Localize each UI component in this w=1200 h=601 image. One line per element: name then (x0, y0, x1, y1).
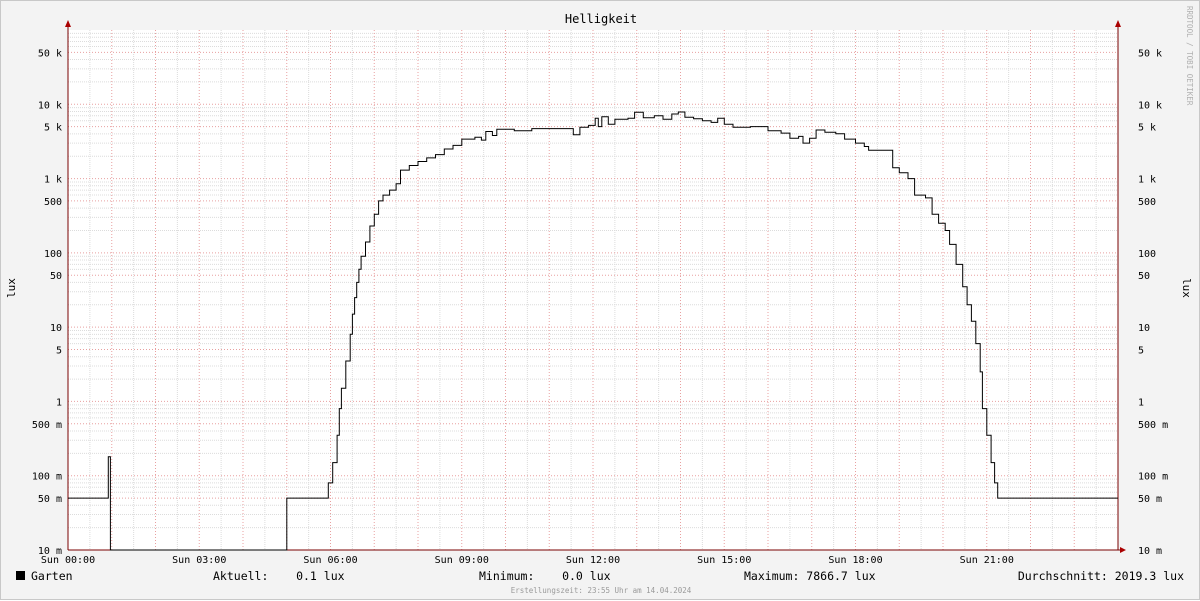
graph-frame: Sun 00:00 Sun 03:00 Sun 06:00 Sun 09:00 Sun … (0, 0, 1200, 600)
x-tick-label: Sun 12:00 (566, 555, 620, 566)
y-tick-label-left: 10 k (38, 100, 62, 111)
x-tick-label: Sun 06:00 (303, 555, 357, 566)
y-tick-label-left: 10 m (38, 546, 62, 557)
y-tick-label-left: 500 m (32, 420, 62, 431)
y-tick-label-left: 1 k (44, 175, 62, 186)
y-axis-label-right: lux (1180, 278, 1193, 298)
y-tick-label-left: 1 (56, 397, 62, 408)
y-axis-arrow-icon (65, 20, 71, 27)
y-tick-label-right: 10 m (1138, 546, 1162, 557)
chart-title: Helligkeit (565, 12, 637, 26)
legend-aktuell: Aktuell: 0.1 lux (213, 569, 345, 583)
y-axis-label-left: lux (5, 278, 18, 298)
legend-durchschnitt: Durchschnitt: 2019.3 lux (1018, 569, 1184, 583)
y-tick-label-left: 500 (44, 197, 62, 208)
y-tick-label-left: 100 (44, 249, 62, 260)
y-tick-label-left: 50 m (38, 494, 62, 505)
y-tick-label-right: 500 (1138, 197, 1156, 208)
y-tick-label-left: 50 k (38, 48, 62, 59)
y-tick-labels-left: 10 m 50 m 100 m 500 m 1 5 10 50 100 500 1 k 5 k 10 k… (32, 48, 62, 557)
legend-minimum: Minimum: 0.0 lux (479, 569, 611, 583)
y-tick-label-right: 10 (1138, 323, 1150, 334)
x-tick-label: Sun 18:00 (828, 555, 882, 566)
x-tick-labels: Sun 00:00 Sun 03:00 Sun 06:00 Sun 09:00 Sun … (41, 555, 1014, 566)
y-tick-label-left: 50 (50, 271, 62, 282)
y-tick-label-right: 5 k (1138, 123, 1156, 134)
y-axis-right-arrow-icon (1115, 20, 1121, 27)
y-tick-label-right: 50 (1138, 271, 1150, 282)
y-tick-label-right: 10 k (1138, 100, 1162, 111)
brightness-chart: Sun 00:00 Sun 03:00 Sun 06:00 Sun 09:00 Sun … (5, 6, 1194, 595)
rrdtool-watermark: RRDTOOL / TOBI OETIKER (1185, 6, 1194, 106)
legend-swatch-garten (16, 571, 25, 580)
y-tick-label-left: 5 (56, 346, 62, 357)
x-tick-label: Sun 09:00 (435, 555, 489, 566)
y-tick-label-right: 100 m (1138, 472, 1168, 483)
y-tick-label-right: 50 k (1138, 48, 1162, 59)
x-tick-label: Sun 21:00 (960, 555, 1014, 566)
y-tick-label-right: 1 k (1138, 175, 1156, 186)
y-tick-labels-right: 10 m 50 m 100 m 500 m 1 5 10 50 100 500 1 k 5 k 10 k… (1138, 48, 1168, 557)
y-tick-label-right: 5 (1138, 346, 1144, 357)
x-axis-arrow-icon (1120, 547, 1126, 553)
x-tick-label: Sun 15:00 (697, 555, 751, 566)
y-tick-label-left: 100 m (32, 472, 62, 483)
y-tick-label-right: 500 m (1138, 420, 1168, 431)
legend-maximum: Maximum: 7866.7 lux (744, 569, 876, 583)
y-tick-label-left: 5 k (44, 123, 62, 134)
creation-time-footer: Erstellungszeit: 23:55 Uhr am 14.04.2024 (511, 586, 692, 595)
x-tick-label: Sun 03:00 (172, 555, 226, 566)
y-tick-label-right: 1 (1138, 397, 1144, 408)
y-tick-label-right: 50 m (1138, 494, 1162, 505)
y-tick-label-left: 10 (50, 323, 62, 334)
legend-series-label: Garten (31, 569, 73, 583)
y-tick-label-right: 100 (1138, 249, 1156, 260)
